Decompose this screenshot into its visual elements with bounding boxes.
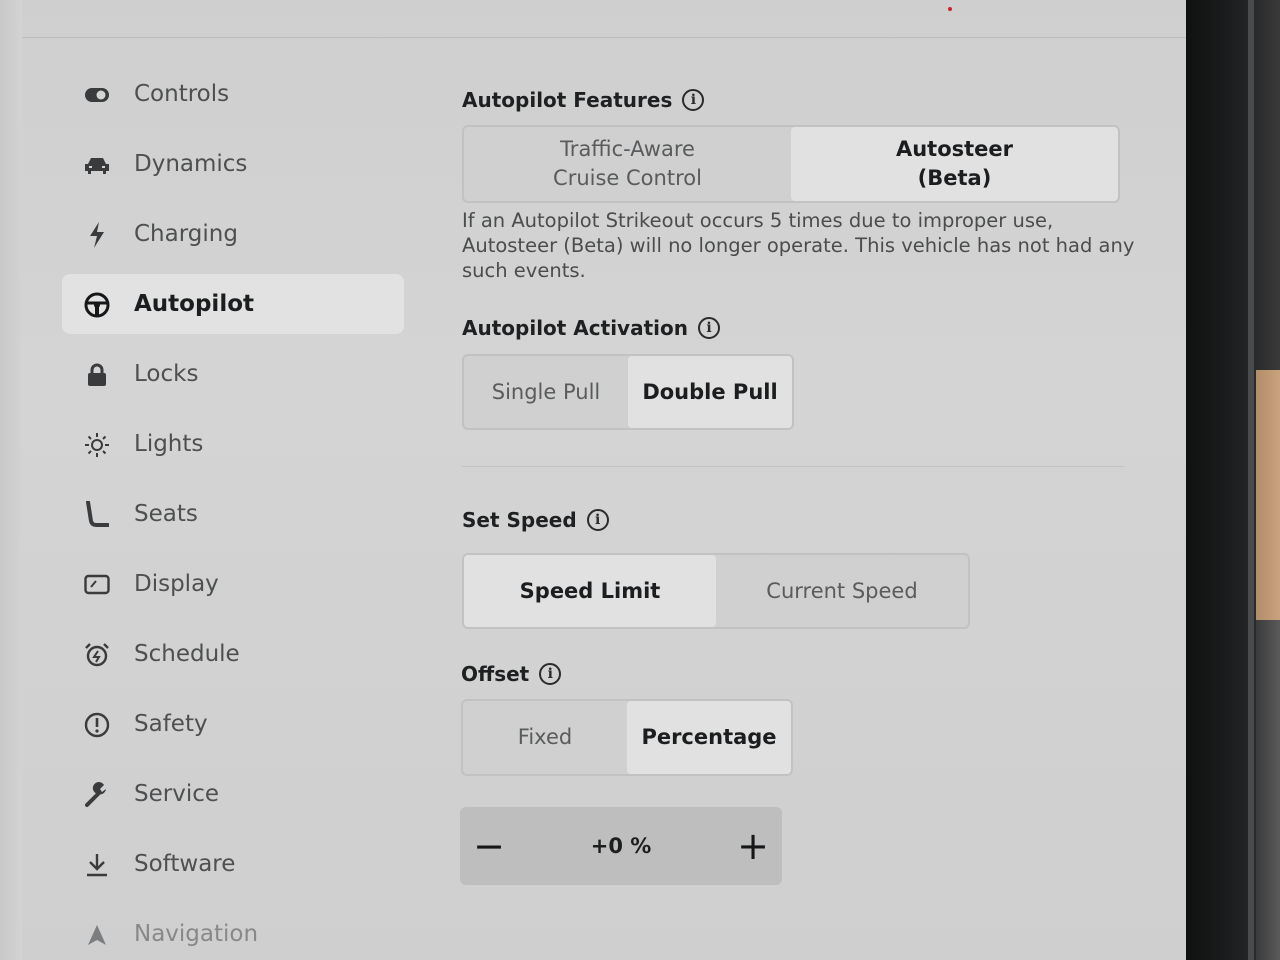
option-fixed[interactable]: Fixed xyxy=(463,701,627,774)
display-icon xyxy=(84,572,110,598)
sidebar-item-autopilot[interactable]: Autopilot xyxy=(62,274,404,334)
autopilot-features-title: Autopilot Features i xyxy=(462,88,705,112)
status-dot xyxy=(948,7,952,11)
autopilot-activation-selector: Single Pull Double Pull xyxy=(462,354,794,430)
autopilot-features-selector: Traffic-Aware Cruise Control Autosteer (… xyxy=(462,125,1120,203)
option-autosteer-beta[interactable]: Autosteer (Beta) xyxy=(791,127,1118,201)
sidebar-item-safety[interactable]: Safety xyxy=(62,694,404,754)
seat-icon xyxy=(84,501,110,528)
section-divider xyxy=(462,466,1124,467)
lightning-icon xyxy=(84,222,110,248)
sidebar-item-label: Software xyxy=(134,851,236,877)
sidebar-item-label: Seats xyxy=(134,501,198,527)
top-divider xyxy=(22,37,1186,38)
sidebar-item-label: Charging xyxy=(134,221,238,247)
dashboard-panel xyxy=(1256,620,1280,960)
offset-stepper: − +0 % + xyxy=(460,807,782,885)
option-double-pull[interactable]: Double Pull xyxy=(628,356,792,428)
sidebar-item-dynamics[interactable]: Dynamics xyxy=(62,134,404,194)
lock-icon xyxy=(84,362,110,388)
increase-button[interactable]: + xyxy=(718,807,788,885)
sidebar-item-lights[interactable]: Lights xyxy=(62,414,404,474)
sidebar-item-service[interactable]: Service xyxy=(62,764,404,824)
info-icon[interactable]: i xyxy=(682,89,705,111)
set-speed-title: Set Speed i xyxy=(462,508,609,532)
sun-icon xyxy=(84,432,110,458)
info-icon[interactable]: i xyxy=(586,509,609,531)
wrench-icon xyxy=(84,782,110,808)
set-speed-selector: Speed Limit Current Speed xyxy=(462,553,970,629)
sidebar-item-label: Autopilot xyxy=(134,291,254,317)
sidebar-item-charging[interactable]: Charging xyxy=(62,204,404,264)
autopilot-activation-title: Autopilot Activation i xyxy=(462,316,720,340)
sidebar-item-display[interactable]: Display xyxy=(62,554,404,614)
navigation-arrow-icon xyxy=(84,922,110,948)
sidebar-item-label: Service xyxy=(134,781,220,807)
sidebar-item-label: Safety xyxy=(134,711,208,737)
sidebar-item-navigation[interactable]: Navigation xyxy=(62,904,404,960)
sidebar-item-controls[interactable]: Controls xyxy=(62,64,404,124)
sidebar-item-label: Schedule xyxy=(134,641,240,667)
option-traffic-aware-cruise-control[interactable]: Traffic-Aware Cruise Control xyxy=(464,127,791,201)
sidebar-item-label: Dynamics xyxy=(134,151,248,177)
toggle-icon xyxy=(84,82,110,108)
sidebar-item-label: Navigation xyxy=(134,921,259,947)
dashboard-trim xyxy=(1256,370,1280,620)
sidebar-item-schedule[interactable]: Schedule xyxy=(62,624,404,684)
sidebar-item-seats[interactable]: Seats xyxy=(62,484,404,544)
steering-wheel-icon xyxy=(84,292,110,318)
option-single-pull[interactable]: Single Pull xyxy=(464,356,628,428)
settings-sidebar: Controls Dynamics Charging Autopilot Loc… xyxy=(62,64,404,960)
option-current-speed[interactable]: Current Speed xyxy=(716,555,968,627)
car-icon xyxy=(84,152,110,178)
info-icon[interactable]: i xyxy=(539,663,562,685)
offset-selector: Fixed Percentage xyxy=(461,699,793,776)
sidebar-item-label: Controls xyxy=(134,81,230,107)
alarm-clock-icon xyxy=(84,642,110,668)
sidebar-item-label: Display xyxy=(134,571,219,597)
touchscreen: Controls Dynamics Charging Autopilot Loc… xyxy=(0,0,1186,960)
bezel-stripe xyxy=(1248,0,1254,960)
sidebar-item-label: Lights xyxy=(134,431,204,457)
download-icon xyxy=(84,852,110,878)
option-speed-limit[interactable]: Speed Limit xyxy=(464,555,716,627)
screen-edge xyxy=(0,0,22,960)
alert-icon xyxy=(84,712,110,738)
sidebar-item-label: Locks xyxy=(134,361,199,387)
info-icon[interactable]: i xyxy=(698,317,720,339)
strikeout-note: If an Autopilot Strikeout occurs 5 times… xyxy=(462,209,1135,282)
option-percentage[interactable]: Percentage xyxy=(627,701,791,774)
sidebar-item-software[interactable]: Software xyxy=(62,834,404,894)
offset-title: Offset i xyxy=(461,662,562,686)
sidebar-item-locks[interactable]: Locks xyxy=(62,344,404,404)
